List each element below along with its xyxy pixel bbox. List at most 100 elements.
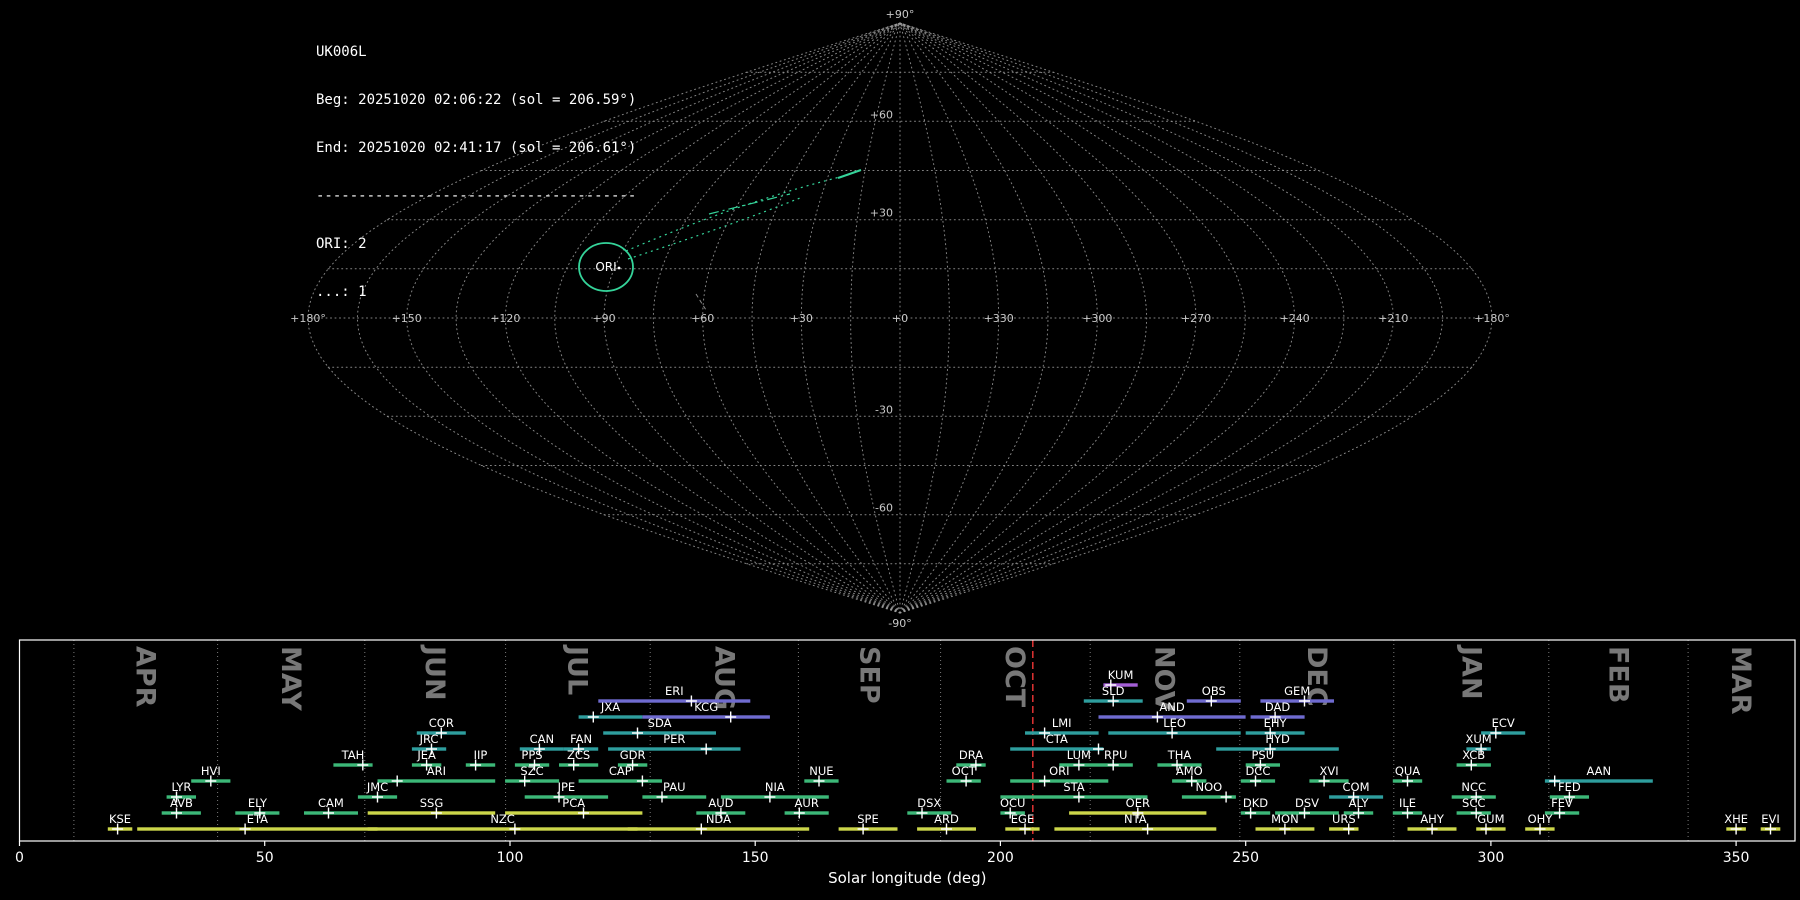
shower-label: SDA: [648, 716, 672, 730]
shower-label: AMO: [1176, 764, 1203, 778]
x-tick-label: 150: [742, 850, 769, 866]
map-lat-label: -60: [875, 502, 893, 515]
shower-label: NUE: [809, 764, 833, 778]
shower-peak-marker: [725, 712, 736, 723]
session-info: UK006L Beg: 20251020 02:06:22 (sol = 206…: [316, 12, 636, 332]
shower-label: SCC: [1462, 796, 1485, 810]
count-other: ...: 1: [316, 284, 636, 300]
shower-peak-marker: [1093, 744, 1104, 755]
shower-label: EGE: [1011, 812, 1034, 826]
shower-label: NOO: [1196, 780, 1223, 794]
shower-label: GEM: [1284, 684, 1310, 698]
shower-label: GUM: [1477, 812, 1504, 826]
map-lon-label: +210: [1378, 312, 1408, 325]
shower-label: OCU: [1000, 796, 1026, 810]
shower-bar: [603, 731, 716, 734]
x-tick-label: 300: [1478, 850, 1505, 866]
shower-label: NIA: [765, 780, 785, 794]
map-lon-label: +0: [892, 312, 908, 325]
shower-label: DKD: [1243, 796, 1268, 810]
shower-label: PAU: [663, 780, 685, 794]
shower-label: SZC: [520, 764, 543, 778]
shower-label: AAN: [1586, 764, 1611, 778]
shower-label: CAM: [318, 796, 344, 810]
map-lon-label: +60: [691, 312, 714, 325]
shower-peak-marker: [632, 728, 643, 739]
sky-map: +180°+150+120+90+60+30+0+330+300+270+240…: [0, 0, 1800, 630]
shower-label: THA: [1167, 748, 1192, 762]
shower-bar: [785, 811, 829, 814]
shower-peak-marker: [392, 776, 403, 787]
x-axis-label: Solar longitude (deg): [828, 869, 986, 887]
shower-label: AND: [1159, 700, 1184, 714]
shower-label: AVB: [170, 796, 193, 810]
shower-label: ERI: [665, 684, 684, 698]
month-label: JUL: [562, 644, 593, 695]
shower-label: ETA: [247, 812, 268, 826]
shower-label: TAH: [341, 748, 365, 762]
shower-label: DRA: [959, 748, 983, 762]
shower-label: ORI: [1049, 764, 1069, 778]
shower-label: ELY: [248, 796, 268, 810]
month-label: MAR: [1725, 646, 1756, 715]
month-label: MAY: [275, 646, 306, 711]
shower-label: CAN: [530, 732, 555, 746]
shower-label: LYR: [171, 780, 191, 794]
radiant-track-dashdot: [709, 194, 790, 214]
month-label: OCT: [999, 646, 1030, 708]
shower-label: NDA: [706, 812, 731, 826]
shower-label: DSX: [917, 796, 941, 810]
shower-activity-chart: APRMAYJUNJULAUGSEPOCTNOVDECJANFEBMARKUME…: [0, 630, 1800, 900]
map-lat-label: +30: [870, 207, 893, 220]
shower-label: KSE: [109, 812, 131, 826]
shower-label: PCA: [562, 796, 585, 810]
shower-label: JRC: [419, 732, 439, 746]
shower-label: DSV: [1295, 796, 1319, 810]
map-lat-label: +60: [870, 108, 893, 121]
month-label: JUN: [419, 644, 450, 701]
shower-bar: [598, 699, 750, 702]
radiant-track: [626, 174, 852, 251]
shower-label: LEO: [1163, 716, 1186, 730]
x-tick-label: 100: [497, 850, 524, 866]
month-label: JAN: [1455, 644, 1486, 700]
shower-label: XVI: [1320, 764, 1339, 778]
meteor-radiant-screen: +180°+150+120+90+60+30+0+330+300+270+240…: [0, 0, 1800, 900]
shower-label: LMI: [1052, 716, 1072, 730]
shower-label: KUM: [1108, 668, 1134, 682]
shower-label: AUR: [795, 796, 819, 810]
shower-peak-marker: [588, 712, 599, 723]
session-beg: Beg: 20251020 02:06:22 (sol = 206.59°): [316, 92, 636, 108]
shower-label: HYD: [1265, 732, 1290, 746]
x-tick-label: 200: [987, 850, 1014, 866]
shower-label: SPE: [857, 812, 879, 826]
shower-label: DAD: [1265, 700, 1291, 714]
shower-label: XCB: [1462, 748, 1485, 762]
month-label: APR: [130, 646, 161, 708]
shower-bar: [1054, 827, 1216, 830]
shower-bar: [368, 827, 638, 830]
shower-label: XUM: [1465, 732, 1491, 746]
shower-label: STA: [1063, 780, 1084, 794]
x-tick-label: 350: [1723, 850, 1750, 866]
shower-label: JXA: [600, 700, 620, 714]
shower-bar: [1216, 747, 1339, 750]
map-pole-label-top: +90°: [886, 8, 915, 21]
shower-label: CAP: [609, 764, 632, 778]
shower-label: COM: [1342, 780, 1369, 794]
map-pole-label-bottom: -90°: [888, 617, 911, 630]
x-tick-label: 0: [15, 850, 24, 866]
shower-label: PER: [663, 732, 685, 746]
x-tick-label: 50: [256, 850, 274, 866]
session-end: End: 20251020 02:41:17 (sol = 206.61°): [316, 140, 636, 156]
shower-label: FAN: [570, 732, 592, 746]
shower-label: ARI: [427, 764, 446, 778]
shower-bar: [505, 779, 559, 782]
map-lon-label: +300: [1082, 312, 1112, 325]
shower-label: NTA: [1124, 812, 1147, 826]
station-id: UK006L: [316, 44, 636, 60]
sporadic-track: [696, 294, 706, 310]
shower-label: CTA: [1046, 732, 1068, 746]
month-label: SEP: [854, 646, 885, 704]
radiant-track: [628, 198, 800, 259]
